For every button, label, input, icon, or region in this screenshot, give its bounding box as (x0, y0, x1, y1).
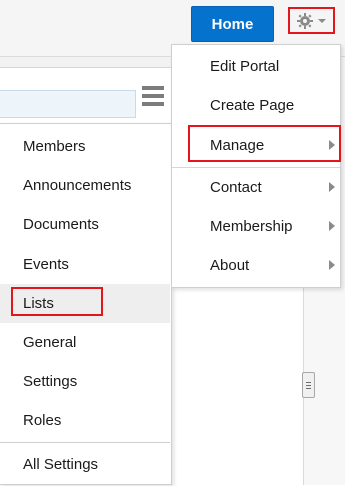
menu-item-all-settings[interactable]: All Settings (0, 445, 170, 484)
menu-item-membership-label: Membership (210, 218, 293, 235)
gear-icon (296, 12, 313, 29)
menu-item-create-page[interactable]: Create Page (172, 86, 340, 125)
caret-down-icon (317, 18, 326, 23)
menu-item-announcements[interactable]: Announcements (0, 166, 170, 205)
home-button[interactable]: Home (191, 6, 274, 42)
menu-item-edit-portal[interactable]: Edit Portal (172, 47, 340, 86)
menu-item-settings[interactable]: Settings (0, 362, 170, 401)
hamburger-menu-icon[interactable] (142, 86, 164, 106)
menu-item-documents[interactable]: Documents (0, 205, 170, 244)
menu-item-members[interactable]: Members (0, 127, 170, 166)
menu-item-contact[interactable]: Contact (172, 168, 340, 207)
panel-search-bar[interactable] (0, 90, 136, 118)
menu-item-events[interactable]: Events (0, 245, 170, 284)
menu-item-membership[interactable]: Membership (172, 207, 340, 246)
scrollbar-thumb[interactable] (302, 372, 315, 398)
settings-menu-button[interactable] (288, 7, 335, 34)
settings-dropdown-menu: Edit Portal Create Page Manage Contact M… (171, 44, 341, 288)
submenu-arrow-icon (329, 221, 335, 231)
menu-item-roles[interactable]: Roles (0, 401, 170, 440)
menu-item-contact-label: Contact (210, 179, 262, 196)
submenu-arrow-icon (329, 182, 335, 192)
menu-item-about-label: About (210, 257, 250, 274)
menu-item-about[interactable]: About (172, 246, 340, 285)
lists-highlight (11, 287, 103, 316)
menu-divider (0, 442, 170, 443)
submenu-arrow-icon (329, 260, 335, 270)
manage-highlight (188, 125, 341, 162)
menu-item-general[interactable]: General (0, 323, 170, 362)
